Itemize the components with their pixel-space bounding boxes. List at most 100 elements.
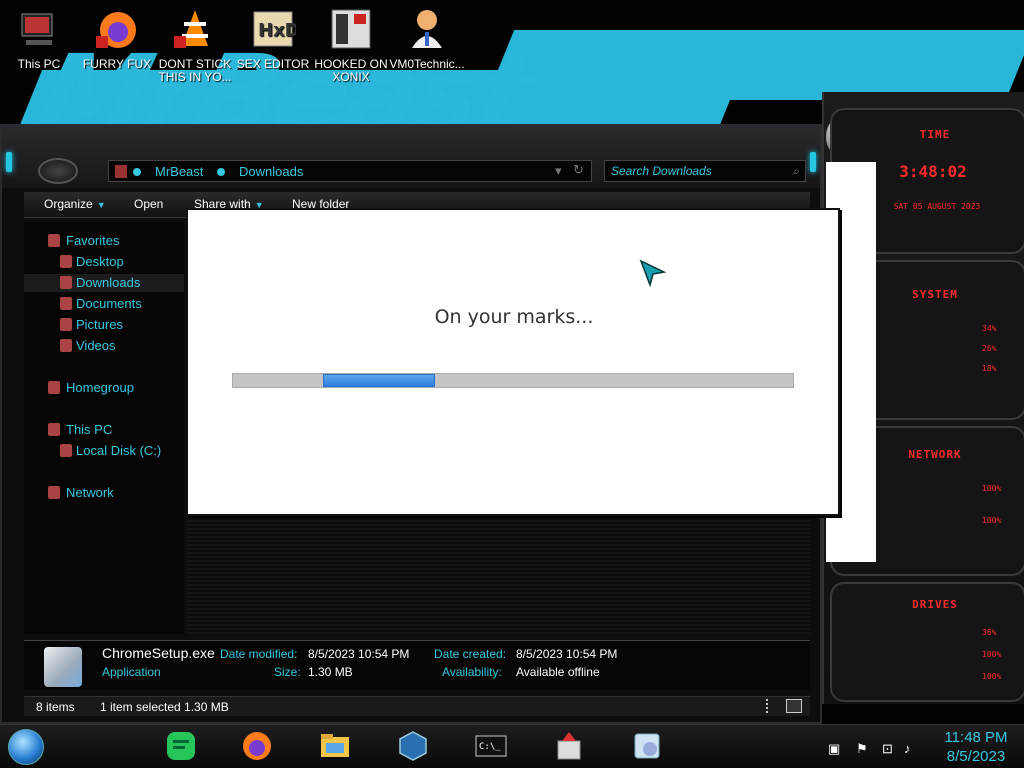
decor-led: [810, 152, 816, 172]
open-label: Open: [134, 197, 164, 211]
gadget-value: 100%: [982, 516, 1002, 525]
nav-item-local-disk[interactable]: Local Disk (C:): [24, 442, 184, 460]
hex-editor-icon: HxD: [253, 11, 296, 47]
nav-item-this-pc[interactable]: This PC: [24, 421, 184, 439]
drives-gadget: DRIVES 36% 100% 100%: [830, 582, 1024, 702]
nav-item-videos[interactable]: Videos: [24, 337, 184, 355]
nav-label: Desktop: [76, 254, 124, 269]
gadget-title: SYSTEM: [912, 288, 958, 301]
selection-info: 1 item selected 1.30 MB: [100, 700, 229, 714]
start-button[interactable]: [8, 729, 44, 765]
large-icons-view-icon[interactable]: [786, 699, 802, 713]
pictures-icon: [60, 318, 72, 331]
nav-item-favorites[interactable]: Favorites: [24, 232, 184, 250]
drive-icon: [60, 444, 72, 457]
breadcrumb-downloads[interactable]: Downloads: [239, 164, 303, 179]
desktop-icon-dont-stick[interactable]: DONT STICK THIS IN YO...: [156, 6, 234, 84]
desktop-icon-vm0technic[interactable]: VM0Technic...: [388, 6, 466, 71]
address-bar[interactable]: MrBeast Downloads ▾ ↻: [108, 160, 592, 182]
breadcrumb-separator: [217, 168, 225, 176]
action-center-flag-icon[interactable]: ⚑: [856, 741, 868, 757]
nav-label: Favorites: [66, 233, 120, 248]
details-pane: ChromeSetup.exe Application Date modifie…: [24, 640, 810, 690]
documents-icon: [60, 297, 72, 310]
folder-icon: [321, 734, 349, 757]
gadget-title: DRIVES: [912, 598, 958, 611]
title-bar[interactable]: MrBeast Downloads ▾ ↻ Search Downloads ⌕: [2, 126, 820, 188]
nav-item-pictures[interactable]: Pictures: [24, 316, 184, 334]
taskbar-clock-date[interactable]: 8/5/2023: [936, 748, 1016, 765]
refresh-icon[interactable]: ↻: [573, 162, 584, 178]
file-name: ChromeSetup.exe: [102, 645, 215, 661]
decor-led: [6, 152, 12, 172]
folder-icon: [115, 165, 127, 178]
gadget-value: 26%: [982, 344, 997, 353]
setup-icon: [634, 733, 660, 759]
taskbar-file-explorer[interactable]: [318, 729, 352, 763]
taskbar-sticky-notes[interactable]: [164, 729, 198, 763]
taskbar-virtualbox[interactable]: [396, 729, 430, 763]
progress-indicator: [323, 374, 435, 387]
gadget-value: 34%: [982, 324, 997, 333]
breadcrumb-mrbeast[interactable]: MrBeast: [155, 164, 203, 179]
nav-label: Videos: [76, 338, 116, 353]
gadget-title: NETWORK: [908, 448, 962, 461]
dropdown-icon[interactable]: ▾: [555, 163, 562, 179]
firefox-icon: [243, 732, 271, 760]
nav-item-homegroup[interactable]: Homegroup: [24, 379, 184, 397]
videos-icon: [60, 339, 72, 352]
taskbar-clock-time[interactable]: 11:48 PM: [936, 729, 1016, 746]
file-type: Application: [102, 665, 161, 679]
computer-icon: [48, 423, 60, 436]
search-placeholder: Search Downloads: [611, 164, 712, 178]
gadget-value: 36%: [982, 628, 997, 637]
network-status-icon[interactable]: ⊡: [882, 741, 893, 757]
desktop-icon-furry-fux[interactable]: FURRY FUX: [78, 6, 156, 71]
downloads-icon: [60, 276, 72, 289]
nav-item-network[interactable]: Network: [24, 484, 184, 502]
date-modified-value: 8/5/2023 10:54 PM: [308, 647, 410, 661]
taskbar-command-prompt[interactable]: C:\_: [474, 729, 508, 763]
search-input[interactable]: Search Downloads ⌕: [604, 160, 806, 182]
person-icon: [412, 10, 442, 48]
taskbar-firefox[interactable]: [240, 729, 274, 763]
nav-label: Network: [66, 485, 114, 500]
nav-item-desktop[interactable]: Desktop: [24, 253, 184, 271]
availability-label: Availability:: [442, 665, 502, 679]
back-forward-button[interactable]: [38, 158, 78, 184]
nav-item-downloads[interactable]: Downloads: [24, 274, 184, 292]
volume-icon[interactable]: ♪: [904, 741, 911, 756]
sticky-notes-icon: [167, 732, 195, 760]
nav-label: Downloads: [76, 275, 141, 290]
organize-label: Organize: [44, 197, 93, 211]
open-button[interactable]: Open: [134, 197, 163, 211]
taskbar-installer[interactable]: [552, 729, 586, 763]
svg-text:HxD: HxD: [258, 20, 296, 41]
nav-label: This PC: [66, 422, 113, 437]
organize-button[interactable]: Organize ▼: [44, 197, 106, 211]
terminal-icon: C:\_: [475, 735, 507, 757]
size-value: 1.30 MB: [308, 665, 353, 679]
details-view-icon[interactable]: [766, 699, 772, 713]
desktop-icon-label: SEX EDITOR: [236, 57, 310, 71]
gadget-value: 100%: [982, 484, 1002, 493]
taskbar: C:\_ ▣ ⚑ ⊡ ♪ 11:48 PM 8/5/2023: [0, 724, 1024, 768]
date-created-value: 8/5/2023 10:54 PM: [516, 647, 618, 661]
gadget-value: 100%: [982, 672, 1002, 681]
package-icon: [557, 732, 581, 760]
desktop-icon-hooked-on-xonix[interactable]: HOOKED ON XONIX: [312, 6, 390, 84]
desktop-icon-label: VM0Technic...: [389, 57, 465, 71]
star-icon: [48, 234, 60, 247]
desktop-icon-this-pc[interactable]: This PC: [0, 6, 78, 71]
taskbar-setup[interactable]: [630, 729, 664, 763]
tray-app-icon[interactable]: ▣: [828, 741, 840, 757]
nav-item-documents[interactable]: Documents: [24, 295, 184, 313]
desktop-icon-sex-editor[interactable]: HxD SEX EDITOR: [234, 6, 312, 71]
gadget-title: TIME: [919, 128, 951, 141]
nav-label: Pictures: [76, 317, 123, 332]
breadcrumb-separator: [133, 168, 141, 176]
game-icon: [331, 9, 371, 49]
mouse-cursor-icon: [639, 259, 667, 288]
firefox-icon: [96, 12, 136, 48]
vlc-icon: [174, 10, 208, 48]
